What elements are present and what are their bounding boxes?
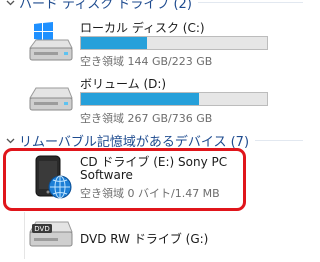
free-space-text: 空き領域 267 GB/736 GB bbox=[80, 112, 213, 125]
usage-bar bbox=[80, 36, 268, 50]
group-header-removable[interactable]: リムーバブル記憶域があるデバイス (7) bbox=[0, 131, 309, 150]
usage-bar-fill bbox=[81, 93, 200, 105]
windows-drive-icon bbox=[28, 22, 74, 70]
group-divider bbox=[255, 139, 303, 141]
group-title: ハード ディスク ドライブ (2) bbox=[19, 0, 192, 12]
drive-name: DVD RW ドライブ (G:) bbox=[80, 232, 209, 246]
dvd-drive-icon: DVD bbox=[28, 218, 74, 262]
dvd-label: DVD bbox=[34, 225, 49, 233]
hard-drive-icon bbox=[28, 82, 74, 120]
drive-d[interactable]: ボリューム (D:) 空き領域 267 GB/736 GB bbox=[0, 70, 309, 126]
group-header-hard-disk[interactable]: ハード ディスク ドライブ (2) bbox=[0, 0, 309, 12]
chevron-down-icon[interactable] bbox=[3, 0, 17, 7]
drive-c[interactable]: ローカル ディスク (C:) 空き領域 144 GB/223 GB bbox=[0, 16, 309, 68]
group-title: リムーバブル記憶域があるデバイス (7) bbox=[19, 134, 250, 150]
usage-bar bbox=[80, 92, 268, 106]
usage-bar-fill bbox=[81, 37, 147, 49]
drive-name: ボリューム (D:) bbox=[80, 77, 167, 91]
free-space-text: 空き領域 144 GB/223 GB bbox=[80, 55, 213, 68]
drive-name: ローカル ディスク (C:) bbox=[80, 21, 205, 35]
highlight-frame bbox=[3, 148, 246, 211]
group-divider bbox=[197, 1, 303, 3]
drive-g[interactable]: DVD DVD RW ドライブ (G:) bbox=[0, 218, 309, 259]
chevron-down-icon[interactable] bbox=[3, 136, 17, 145]
